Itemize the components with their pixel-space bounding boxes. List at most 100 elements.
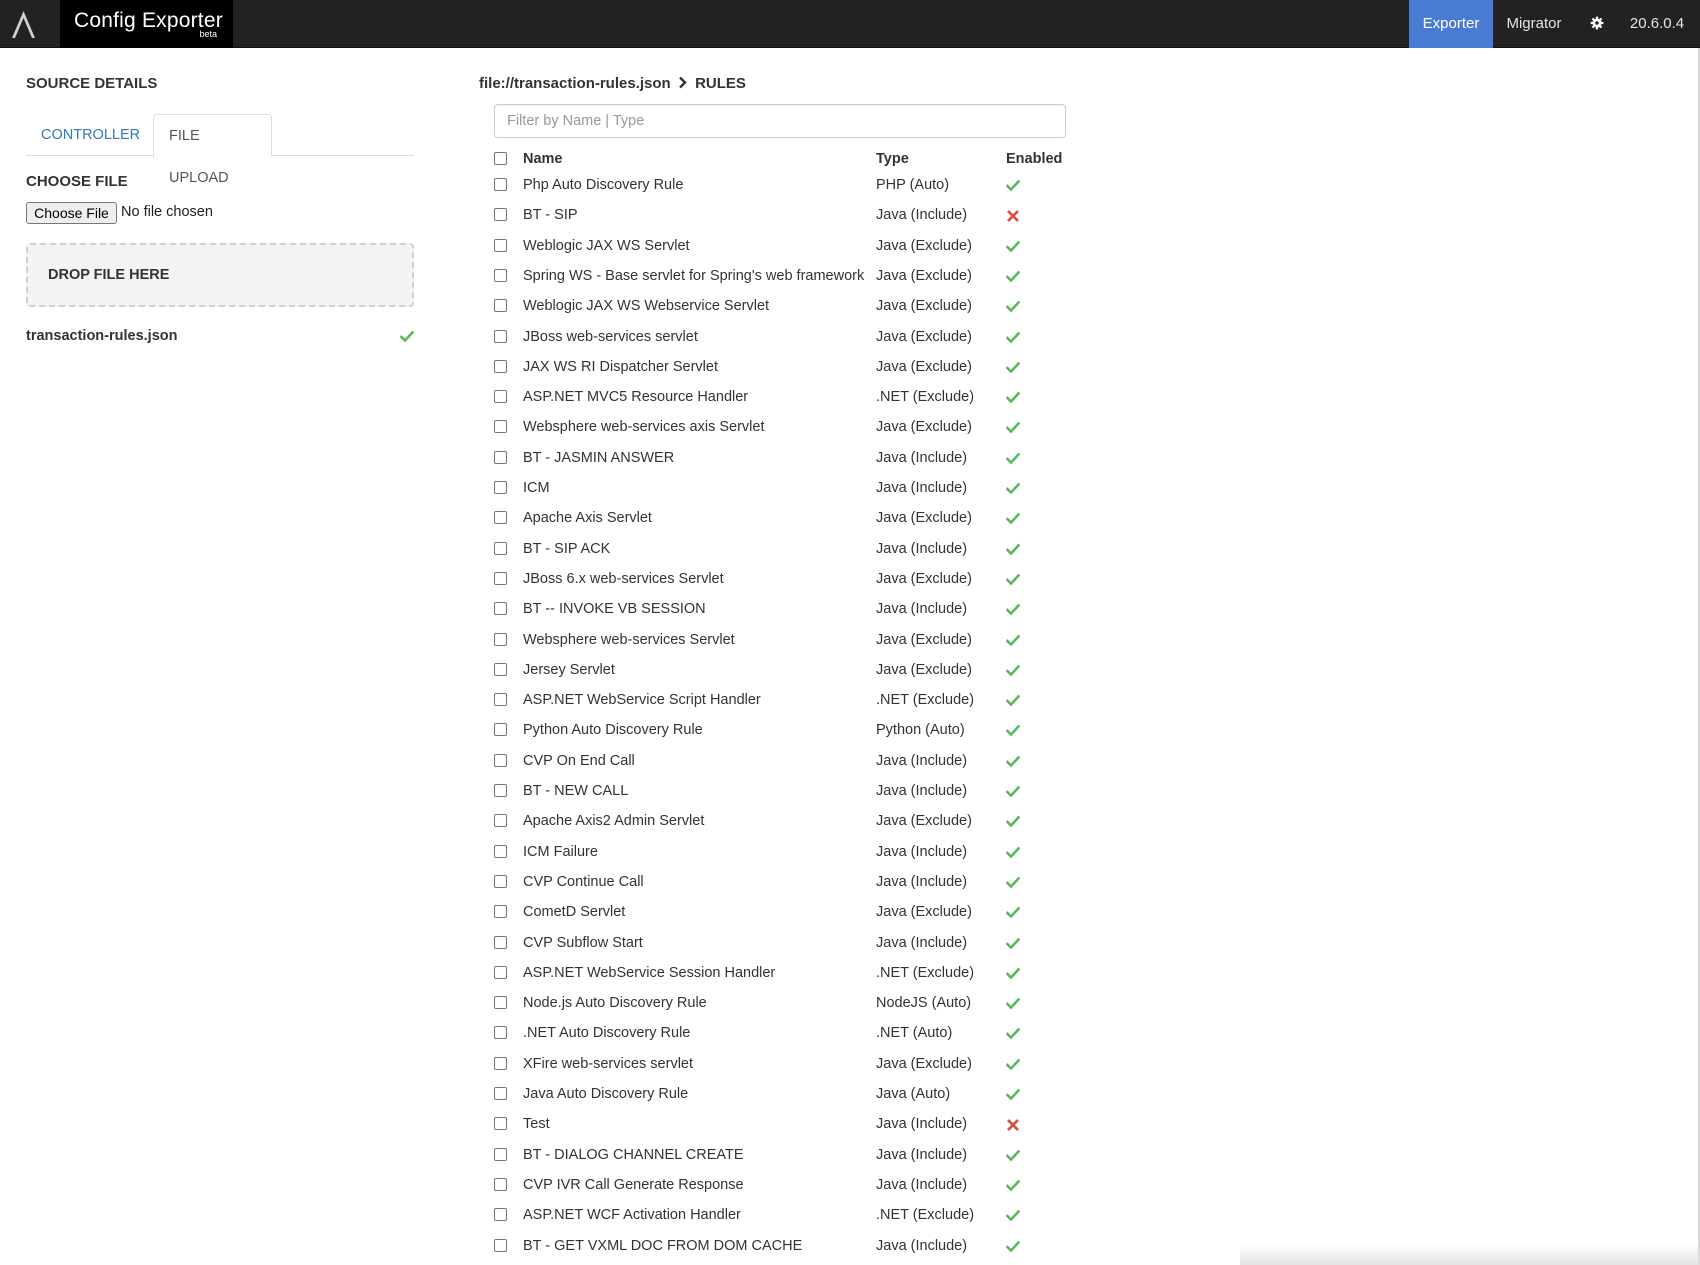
table-row[interactable]: BT - GET VXML DOC FROM DOM CACHE Java (In… — [0, 1231, 1100, 1261]
row-checkbox[interactable] — [494, 935, 507, 949]
table-row[interactable]: CometD Servlet Java (Exclude) — [0, 897, 1100, 927]
row-checkbox[interactable] — [494, 208, 507, 222]
table-row[interactable]: CVP IVR Call Generate Response Java (Incl… — [0, 1170, 1100, 1200]
table-row[interactable]: CVP On End Call Java (Include) — [0, 746, 1100, 776]
row-checkbox[interactable] — [494, 874, 507, 888]
settings-button[interactable] — [1585, 0, 1609, 48]
table-row[interactable]: Java Auto Discovery Rule Java (Auto) — [0, 1079, 1100, 1109]
row-checkbox[interactable] — [494, 905, 507, 919]
row-checkbox[interactable] — [494, 1026, 507, 1040]
row-checkbox[interactable] — [494, 662, 507, 676]
breadcrumb: file://transaction-rules.json RULES — [479, 75, 746, 92]
table-row[interactable]: Apache Axis2 Admin Servlet Java (Exclude) — [0, 806, 1100, 836]
table-row[interactable]: Weblogic JAX WS Servlet Java (Exclude) — [0, 231, 1100, 261]
row-checkbox[interactable] — [494, 329, 507, 343]
row-checkbox[interactable] — [494, 723, 507, 737]
table-row[interactable]: Node.js Auto Discovery Rule NodeJS (Auto) — [0, 988, 1100, 1018]
row-checkbox[interactable] — [494, 390, 507, 404]
row-checkbox[interactable] — [494, 178, 507, 191]
row-checkbox[interactable] — [494, 359, 507, 373]
table-row[interactable]: Web Server Auto Discovery RuleNative (Au… — [0, 1261, 1100, 1265]
table-row[interactable]: Apache Axis Servlet Java (Exclude) — [0, 503, 1100, 533]
row-checkbox[interactable] — [494, 784, 507, 797]
table-row[interactable]: BT - NEW CALL Java (Include) — [0, 776, 1100, 806]
rule-name: CVP Subflow Start — [523, 934, 643, 951]
table-row[interactable]: BT - SIP Java (Include) — [0, 200, 1100, 230]
row-checkbox[interactable] — [494, 844, 507, 858]
table-row[interactable]: JBoss web-services servlet Java (Exclude) — [0, 322, 1100, 352]
row-checkbox[interactable] — [494, 1087, 507, 1100]
rule-type: Java (Exclude) — [876, 328, 972, 345]
row-checkbox[interactable] — [494, 996, 507, 1010]
row-checkbox[interactable] — [494, 693, 507, 707]
rule-type: NodeJS (Auto) — [876, 995, 972, 1012]
tab-controller[interactable]: CONTROLLER — [26, 114, 155, 156]
table-row[interactable]: BT - SIP ACK Java (Include) — [0, 534, 1100, 564]
rule-type: Java (Include) — [876, 843, 968, 860]
row-checkbox[interactable] — [494, 238, 507, 252]
rule-name: ASP.NET MVC5 Resource Handler — [523, 389, 749, 406]
tab-file-upload[interactable]: FILE UPLOAD — [153, 114, 272, 186]
row-checkbox[interactable] — [494, 632, 507, 646]
table-row[interactable]: Weblogic JAX WS Webservice Servlet Java (… — [0, 291, 1100, 321]
table-row[interactable]: ASP.NET WebService Session Handler .NET (… — [0, 958, 1100, 988]
table-row[interactable]: Websphere web-services axis Servlet Java … — [0, 412, 1100, 442]
table-row[interactable]: ASP.NET WebService Script Handler .NET (E… — [0, 685, 1100, 715]
row-checkbox[interactable] — [494, 511, 507, 525]
table-row[interactable]: ICM Failure Java (Include) — [0, 837, 1100, 867]
nav-migrator[interactable]: Migrator — [1493, 0, 1575, 48]
arrow-up-logo-icon[interactable] — [8, 7, 39, 41]
bottom-shadow — [1240, 1243, 1700, 1265]
brand[interactable]: Config Exporter beta — [60, 0, 233, 48]
row-checkbox[interactable] — [494, 420, 507, 434]
nav-exporter[interactable]: Exporter — [1409, 0, 1493, 48]
table-row[interactable]: Php Auto Discovery Rule PHP (Auto) — [0, 170, 1100, 200]
check-icon — [1006, 785, 1020, 798]
row-checkbox[interactable] — [494, 753, 507, 767]
rule-type: Java (Include) — [876, 480, 968, 496]
row-checkbox[interactable] — [494, 571, 507, 585]
table-row[interactable]: BT -- INVOKE VB SESSION Java (Include) — [0, 594, 1100, 624]
row-checkbox[interactable] — [494, 541, 507, 555]
table-row[interactable]: ICM Java (Include) — [0, 473, 1100, 503]
table-row[interactable]: .NET Auto Discovery Rule .NET (Auto) — [0, 1018, 1100, 1048]
column-header-type[interactable]: Type — [876, 151, 909, 167]
row-checkbox[interactable] — [494, 1238, 507, 1252]
table-row[interactable]: BT - DIALOG CHANNEL CREATE Java (Include) — [0, 1140, 1100, 1170]
row-checkbox[interactable] — [494, 299, 507, 313]
table-row[interactable]: Jersey Servlet Java (Exclude) — [0, 655, 1100, 685]
row-checkbox[interactable] — [494, 965, 507, 979]
row-checkbox[interactable] — [494, 1117, 507, 1131]
table-row[interactable]: ASP.NET MVC5 Resource Handler .NET (Exclu… — [0, 382, 1100, 412]
table-row[interactable]: CVP Continue Call Java (Include) — [0, 867, 1100, 897]
row-checkbox[interactable] — [494, 1147, 507, 1161]
row-checkbox[interactable] — [494, 602, 507, 616]
close-icon — [1007, 1119, 1019, 1132]
row-checkbox[interactable] — [494, 268, 507, 282]
row-checkbox[interactable] — [494, 1177, 507, 1191]
column-header-name[interactable]: Name — [523, 151, 563, 167]
table-row[interactable]: Websphere web-services Servlet Java (Excl… — [0, 625, 1100, 655]
table-row[interactable]: Test Java (Include) — [0, 1109, 1100, 1139]
row-checkbox[interactable] — [494, 481, 507, 494]
rule-type: Java (Exclude) — [876, 237, 972, 254]
table-row[interactable]: XFire web-services servlet Java (Exclude) — [0, 1049, 1100, 1079]
filter-input[interactable] — [494, 104, 1066, 138]
table-row[interactable]: Spring WS - Base servlet for Spring's we… — [0, 261, 1100, 291]
rule-type: .NET (Exclude) — [876, 692, 975, 709]
table-row[interactable]: Python Auto Discovery Rule Python (Auto) — [0, 715, 1100, 745]
close-icon — [1007, 210, 1019, 223]
check-icon — [1006, 1209, 1020, 1222]
table-row[interactable]: CVP Subflow Start Java (Include) — [0, 928, 1100, 958]
breadcrumb-path[interactable]: file://transaction-rules.json — [479, 75, 671, 92]
row-checkbox[interactable] — [494, 1056, 507, 1070]
row-checkbox[interactable] — [494, 814, 507, 828]
row-checkbox[interactable] — [494, 1208, 507, 1222]
table-row[interactable]: ASP.NET WCF Activation Handler .NET (Excl… — [0, 1200, 1100, 1230]
table-row[interactable]: BT - JASMIN ANSWER Java (Include) — [0, 443, 1100, 473]
select-all-checkbox[interactable] — [494, 152, 507, 165]
row-checkbox[interactable] — [494, 450, 507, 464]
table-row[interactable]: JAX WS RI Dispatcher Servlet Java (Exclud… — [0, 352, 1100, 382]
column-header-enabled[interactable]: Enabled — [1006, 151, 1062, 167]
table-row[interactable]: JBoss 6.x web-services Servlet Java (Excl… — [0, 564, 1100, 594]
